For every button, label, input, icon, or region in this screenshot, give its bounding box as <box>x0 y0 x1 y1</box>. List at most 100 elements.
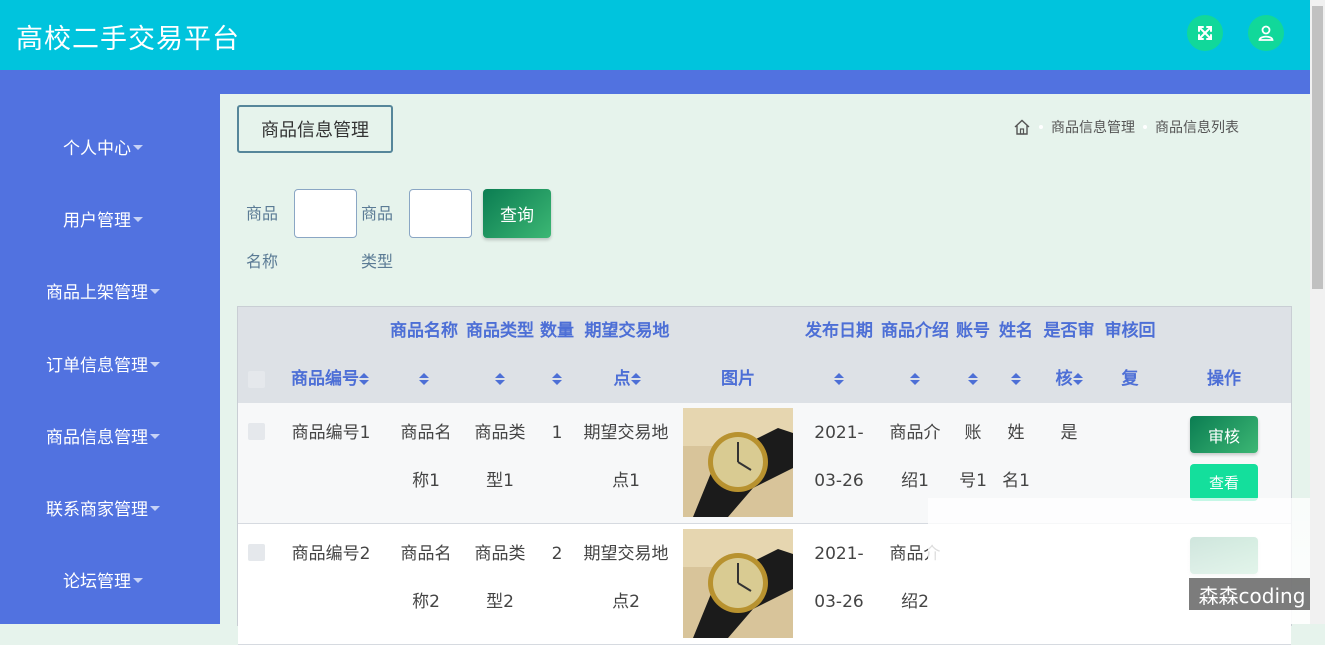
cell-name: 商品名称2 <box>388 530 464 626</box>
cell-line: 商品介 <box>889 423 941 443</box>
row-checkbox[interactable] <box>248 544 265 561</box>
cell-line: 点1 <box>612 471 640 491</box>
sidebar-item-contact-seller-management[interactable]: 联系商家管理 <box>0 495 206 520</box>
scrollbar-thumb[interactable] <box>1312 6 1323 289</box>
header-type[interactable]: 商品类型 <box>462 307 538 403</box>
product-name-label: 商品 名称 <box>246 190 282 286</box>
cell-code: 商品编号2 <box>291 544 371 564</box>
sort-icon[interactable] <box>834 373 844 385</box>
header-person[interactable]: 姓名 <box>996 307 1036 403</box>
cell-date: 2021- 03-26 <box>801 409 877 505</box>
header-place[interactable]: 期望交易地点 <box>578 307 676 403</box>
cell-line: 型2 <box>486 592 514 612</box>
cell-line: 商品类 <box>474 423 526 443</box>
header-audit-status[interactable]: 是否审核 <box>1039 307 1099 403</box>
sidebar-item-user-management[interactable]: 用户管理 <box>0 206 206 231</box>
cell-line: 商品名 <box>400 544 452 564</box>
sort-icon[interactable] <box>910 373 920 385</box>
sidebar-item-forum-management[interactable]: 论坛管理 <box>0 567 206 592</box>
cell-place: 期望交易地点2 <box>576 530 676 626</box>
sidebar-item-label: 商品信息管理 <box>46 428 148 448</box>
view-button[interactable]: 查看 <box>1190 464 1258 501</box>
product-image[interactable] <box>683 529 793 638</box>
header-label: 发布日期 <box>805 321 873 341</box>
sort-icon[interactable] <box>359 373 369 385</box>
cell-qty: 2 <box>551 544 563 564</box>
breadcrumb-item: 商品信息列表 <box>1155 120 1239 136</box>
fullscreen-icon <box>1198 26 1212 40</box>
header-name[interactable]: 商品名称 <box>386 307 462 403</box>
cell-name: 商品名 称1 <box>388 409 464 505</box>
query-button[interactable]: 查询 <box>483 189 551 238</box>
cell-line: 姓 <box>1007 423 1025 443</box>
header-label: 期望交易地 <box>584 321 670 341</box>
cell-line: 期望交易地 <box>583 423 669 443</box>
watch-image <box>683 408 793 517</box>
cell-type: 商品类 型1 <box>462 409 538 505</box>
header-image: 图片 <box>721 369 755 389</box>
product-name-input[interactable] <box>294 189 357 238</box>
cell-line: 账 <box>964 423 982 443</box>
caret-down-icon <box>150 289 160 294</box>
sidebar-item-order-management[interactable]: 订单信息管理 <box>0 351 206 376</box>
header-label: 商品介绍 <box>881 321 949 341</box>
fullscreen-button[interactable] <box>1187 15 1223 51</box>
header-label: 点 <box>613 369 631 389</box>
breadcrumb-separator <box>1143 125 1147 129</box>
caret-down-icon <box>150 434 160 439</box>
sort-icon[interactable] <box>1072 373 1083 385</box>
audit-button[interactable]: 审核 <box>1190 416 1258 453</box>
caret-down-icon <box>133 217 143 222</box>
sort-icon[interactable] <box>552 373 562 385</box>
header-label: 商品类型 <box>466 321 534 341</box>
sidebar-item-label: 用户管理 <box>63 211 131 231</box>
top-bar: 高校二手交易平台 <box>0 0 1310 70</box>
sort-icon[interactable] <box>968 373 978 385</box>
cell-line: 称1 <box>412 471 440 491</box>
label-line: 商品 <box>246 204 279 223</box>
cell-line: 点2 <box>612 592 640 612</box>
home-icon[interactable] <box>1013 118 1031 136</box>
sort-icon[interactable] <box>630 373 641 385</box>
user-icon <box>1258 25 1274 41</box>
page-title-tag[interactable]: 商品信息管理 <box>237 105 393 153</box>
sidebar-item-listing-management[interactable]: 商品上架管理 <box>0 278 206 303</box>
select-all-checkbox[interactable] <box>248 371 265 388</box>
sidebar-item-product-info-management[interactable]: 商品信息管理 <box>0 423 206 448</box>
sidebar-item-label: 订单信息管理 <box>46 356 148 376</box>
product-type-input[interactable] <box>409 189 472 238</box>
cell-code: 商品编号1 <box>291 423 371 443</box>
sidebar-item-label: 商品上架管理 <box>46 283 148 303</box>
cell-intro: 商品介 绍1 <box>877 409 953 505</box>
header-label: 数量 <box>540 321 574 341</box>
product-image[interactable] <box>683 408 793 517</box>
cell-account: 账号1 <box>953 409 993 505</box>
header-intro[interactable]: 商品介绍 <box>877 307 953 403</box>
header-label: 审核回 <box>1104 321 1156 341</box>
watch-image <box>683 529 793 638</box>
app-title: 高校二手交易平台 <box>16 24 240 55</box>
caret-down-icon <box>133 145 143 150</box>
header-label: 账号 <box>956 321 990 341</box>
header-label: 核 <box>1055 369 1073 389</box>
header-code[interactable]: 商品编号 <box>288 355 372 403</box>
breadcrumb-item[interactable]: 商品信息管理 <box>1051 117 1135 137</box>
user-menu-button[interactable] <box>1248 15 1284 51</box>
cell-line: 称2 <box>412 592 440 612</box>
sort-icon[interactable] <box>1011 373 1021 385</box>
header-qty[interactable]: 数量 <box>538 307 576 403</box>
label-line: 名称 <box>246 252 279 271</box>
row-checkbox[interactable] <box>248 423 265 440</box>
sidebar-item-personal-center[interactable]: 个人中心 <box>0 134 206 159</box>
cell-line: 2021- <box>814 544 864 564</box>
header-account[interactable]: 账号 <box>953 307 993 403</box>
cell-line: 03-26 <box>814 592 864 612</box>
cell-qty: 1 <box>551 423 563 443</box>
sort-icon[interactable] <box>419 373 429 385</box>
header-label: 复 <box>1121 369 1139 389</box>
page-scrollbar[interactable] <box>1310 0 1325 624</box>
product-type-label: 商品 类型 <box>361 190 397 286</box>
cell-line: 期望交易地 <box>583 544 669 564</box>
header-date[interactable]: 发布日期 <box>801 307 877 403</box>
sort-icon[interactable] <box>495 373 505 385</box>
